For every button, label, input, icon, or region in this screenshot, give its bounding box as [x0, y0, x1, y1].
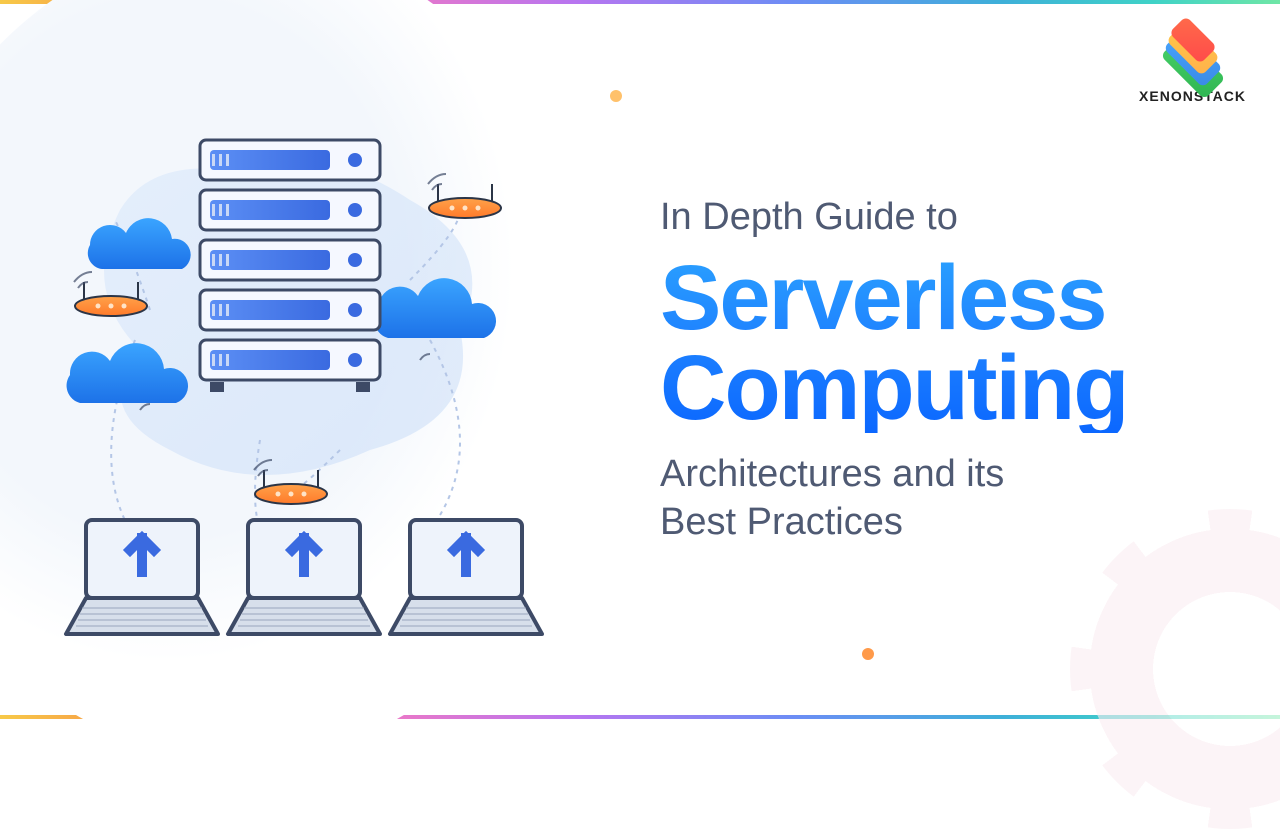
headline-title: Serverless Computing: [660, 253, 1220, 433]
router-icon: [429, 184, 501, 218]
laptop-icon: [390, 520, 542, 634]
headline-subtitle: Architectures and its Best Practices: [660, 451, 1220, 546]
laptop-icon: [228, 520, 380, 634]
accent-dot: [862, 648, 874, 660]
router-icon: [255, 470, 327, 504]
headline-block: In Depth Guide to Serverless Computing A…: [660, 196, 1220, 546]
headline-pretitle: In Depth Guide to: [660, 196, 1220, 239]
accent-dot: [610, 90, 622, 102]
stack-icon: [1158, 28, 1228, 82]
brand-name: XENONSTACK: [1139, 88, 1246, 104]
server-stack-icon: [200, 140, 380, 392]
serverless-illustration: [60, 100, 560, 660]
gear-decoration: [1070, 509, 1280, 829]
brand-logo: XENONSTACK: [1139, 28, 1246, 104]
laptop-icon: [66, 520, 218, 634]
